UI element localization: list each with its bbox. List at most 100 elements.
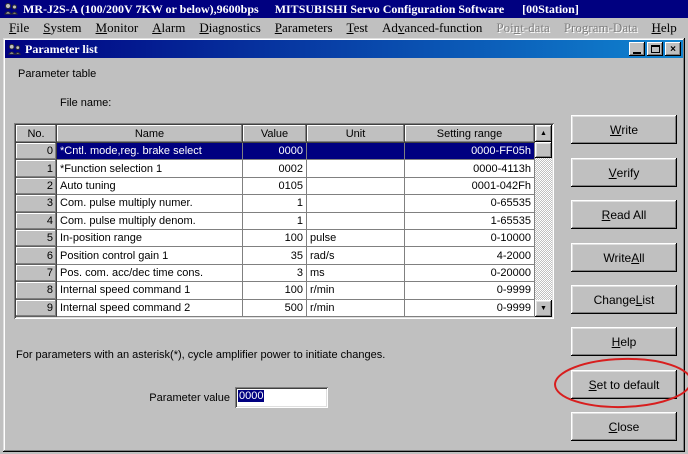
cell-unit <box>307 143 405 160</box>
menu-alarm[interactable]: Alarm <box>145 19 192 37</box>
cell-range: 0-9999 <box>405 282 535 299</box>
parameter-table-label: Parameter table <box>18 68 96 80</box>
cell-unit: r/min <box>307 282 405 299</box>
menu-advanced-function[interactable]: Advanced-function <box>375 19 489 37</box>
file-name-label: File name: <box>60 97 111 109</box>
table-row-0[interactable]: 0*Cntl. mode,reg. brake select0000 0000-F… <box>16 143 535 160</box>
write-all-button[interactable]: Write All <box>571 243 677 272</box>
cell-no: 9 <box>16 300 57 317</box>
close-window-button[interactable]: × <box>665 42 681 56</box>
menu-file[interactable]: File <box>2 19 36 37</box>
maximize-icon <box>651 45 660 53</box>
scroll-down-button[interactable]: ▼ <box>535 300 552 317</box>
cell-value: 35 <box>243 247 307 264</box>
table-row-7[interactable]: 7Pos. com. acc/dec time cons.3ms0-20000 <box>16 265 535 282</box>
cell-value: 0002 <box>243 160 307 177</box>
scroll-up-icon: ▲ <box>540 130 547 137</box>
menu-system[interactable]: System <box>36 19 88 37</box>
help-button[interactable]: Help <box>571 327 677 356</box>
application-window: MR-J2S-A (100/200V 7KW or below),9600bps… <box>0 0 688 454</box>
menu-point-data[interactable]: Point-data <box>489 19 556 37</box>
write-button[interactable]: Write <box>571 115 677 144</box>
menu-program-data[interactable]: Program-Data <box>557 19 645 37</box>
cell-name: Position control gain 1 <box>57 247 243 264</box>
window-client-area: Parameter table File name: No.NameValueU… <box>5 58 683 450</box>
cell-unit <box>307 178 405 195</box>
change-list-button[interactable]: Change List <box>571 285 677 314</box>
asterisk-note: For parameters with an asterisk(*), cycl… <box>16 349 385 361</box>
main-title-station: [00Station] <box>522 2 579 17</box>
cell-name: In-position range <box>57 230 243 247</box>
main-title-app: MITSUBISHI Servo Configuration Software <box>275 2 504 17</box>
cell-no: 5 <box>16 230 57 247</box>
cell-unit: ms <box>307 265 405 282</box>
cell-name: Pos. com. acc/dec time cons. <box>57 265 243 282</box>
scroll-up-button[interactable]: ▲ <box>535 125 552 142</box>
vertical-scrollbar: ▲ ▼ <box>535 125 552 317</box>
parameter-value-text: 0000 <box>238 390 264 402</box>
window-app-icon <box>7 43 22 56</box>
cell-no: 3 <box>16 195 57 212</box>
main-title-device: MR-J2S-A (100/200V 7KW or below),9600bps <box>23 2 259 17</box>
cell-value: 0000 <box>243 143 307 160</box>
cell-value: 100 <box>243 282 307 299</box>
cell-name: *Cntl. mode,reg. brake select <box>57 143 243 160</box>
table-body: 0*Cntl. mode,reg. brake select0000 0000-F… <box>16 143 535 317</box>
cell-unit: r/min <box>307 300 405 317</box>
cell-name: Com. pulse multiply numer. <box>57 195 243 212</box>
table-row-9[interactable]: 9Internal speed command 2500r/min0-9999 <box>16 300 535 317</box>
column-header-setting-range: Setting range <box>405 125 535 143</box>
parameter-table: No.NameValueUnitSetting range 0*Cntl. mo… <box>14 123 554 319</box>
table-row-6[interactable]: 6Position control gain 135rad/s4-2000 <box>16 247 535 264</box>
maximize-button[interactable] <box>647 42 663 56</box>
set-to-default-button[interactable]: Set to default <box>571 370 677 399</box>
read-all-button[interactable]: Read All <box>571 200 677 229</box>
cell-range: 0-65535 <box>405 195 535 212</box>
cell-range: 0000-FF05h <box>405 143 535 160</box>
window-title: Parameter list <box>25 42 98 57</box>
table-row-2[interactable]: 2Auto tuning01050001-042Fh <box>16 178 535 195</box>
main-titlebar: MR-J2S-A (100/200V 7KW or below),9600bps… <box>0 0 688 18</box>
menu-parameters[interactable]: Parameters <box>268 19 340 37</box>
window-controls: × <box>629 42 681 56</box>
menu-test[interactable]: Test <box>340 19 376 37</box>
cell-value: 1 <box>243 213 307 230</box>
table-row-3[interactable]: 3Com. pulse multiply numer.1 0-65535 <box>16 195 535 212</box>
cell-unit <box>307 195 405 212</box>
cell-no: 8 <box>16 282 57 299</box>
cell-value: 100 <box>243 230 307 247</box>
app-icon <box>3 2 19 16</box>
column-header-value: Value <box>243 125 307 143</box>
cell-unit <box>307 160 405 177</box>
cell-unit: pulse <box>307 230 405 247</box>
parameter-list-window: Parameter list × Parameter table File na… <box>3 38 685 452</box>
table-row-4[interactable]: 4Com. pulse multiply denom.11-65535 <box>16 213 535 230</box>
close-button[interactable]: Close <box>571 412 677 441</box>
parameter-value-label: Parameter value <box>100 392 230 404</box>
column-header-no: No. <box>16 125 57 143</box>
cell-unit: rad/s <box>307 247 405 264</box>
cell-range: 0-20000 <box>405 265 535 282</box>
cell-range: 1-65535 <box>405 213 535 230</box>
table-row-1[interactable]: 1*Function selection 100020000-4113h <box>16 160 535 177</box>
menu-diagnostics[interactable]: Diagnostics <box>192 19 267 37</box>
menu-bar: FileSystemMonitorAlarmDiagnosticsParamet… <box>0 18 688 38</box>
cell-range: 0001-042Fh <box>405 178 535 195</box>
minimize-icon <box>633 52 641 54</box>
cell-name: *Function selection 1 <box>57 160 243 177</box>
cell-value: 1 <box>243 195 307 212</box>
cell-no: 0 <box>16 143 57 160</box>
cell-no: 6 <box>16 247 57 264</box>
scrollbar-thumb[interactable] <box>535 142 552 158</box>
cell-name: Auto tuning <box>57 178 243 195</box>
verify-button[interactable]: Verify <box>571 158 677 187</box>
menu-monitor[interactable]: Monitor <box>89 19 146 37</box>
minimize-button[interactable] <box>629 42 645 56</box>
table-row-8[interactable]: 8Internal speed command 1100r/min0-9999 <box>16 282 535 299</box>
scrollbar-track[interactable] <box>535 158 552 300</box>
table-row-5[interactable]: 5In-position range100pulse0-10000 <box>16 230 535 247</box>
menu-help[interactable]: Help <box>644 19 683 37</box>
cell-value: 500 <box>243 300 307 317</box>
parameter-value-input[interactable]: 0000 <box>235 387 328 408</box>
cell-no: 2 <box>16 178 57 195</box>
